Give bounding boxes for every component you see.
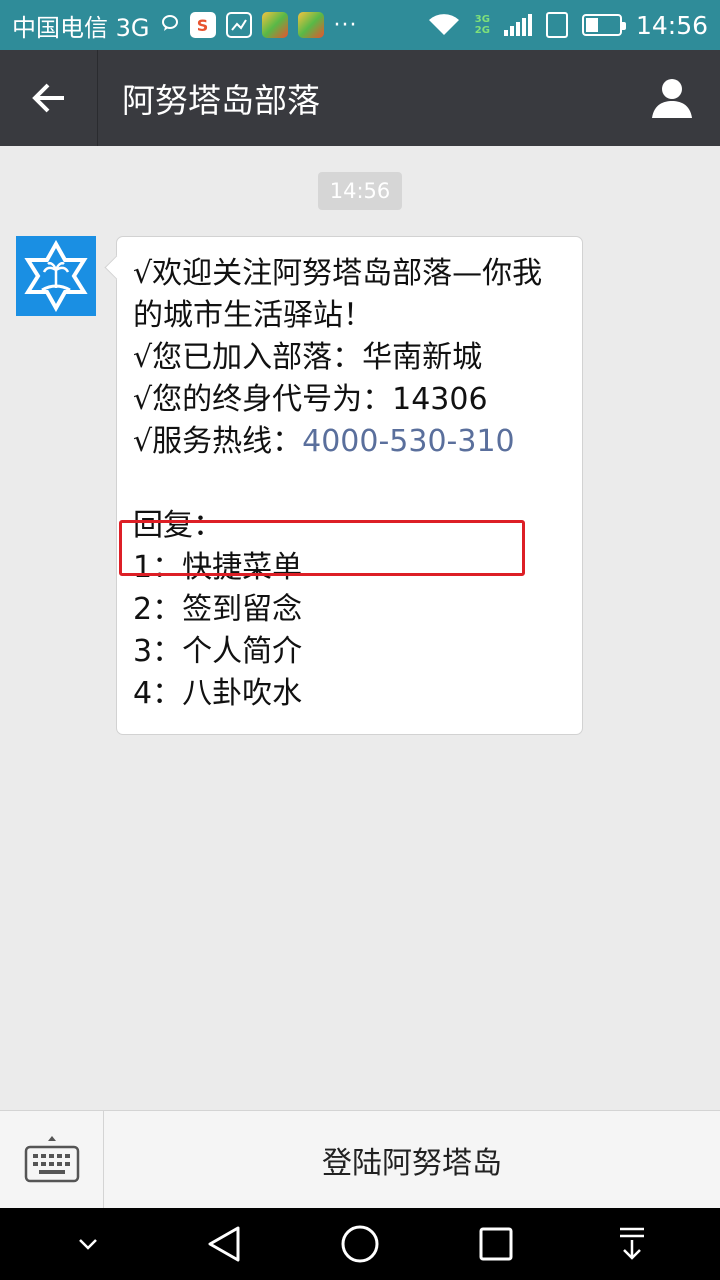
message-line-code: √您的终身代号为：14306: [133, 382, 488, 417]
keyboard-icon: [24, 1136, 79, 1183]
home-circle-icon: [341, 1225, 379, 1263]
reply-option: 3：个人简介: [133, 634, 303, 669]
system-home-button[interactable]: [330, 1214, 390, 1274]
page-title: 阿努塔岛部落: [122, 81, 320, 120]
more-icon: ···: [333, 12, 358, 38]
keyboard-toggle-button[interactable]: [0, 1111, 104, 1209]
bottom-menu-bar: 登陆阿努塔岛: [0, 1110, 720, 1209]
chat-bubble-icon: [160, 11, 180, 39]
hotline-label: √服务热线：: [133, 424, 303, 459]
image-icon: [225, 12, 252, 38]
network-type-icon: 3G 2G: [474, 14, 490, 36]
signal-icon: [503, 14, 532, 36]
arrow-left-icon: [31, 83, 64, 113]
carrier-label: 中国电信 3G: [12, 13, 150, 42]
app-icon: [261, 12, 288, 38]
person-icon: [652, 79, 692, 118]
star-island-logo-icon: [24, 240, 88, 312]
message-bubble[interactable]: √欢迎关注阿努塔岛部落—你我 的城市生活驿站！ √您已加入部落：华南新城 √您的…: [116, 236, 583, 735]
status-clock: 14:56: [635, 10, 708, 40]
reply-option: 1：快捷菜单: [133, 550, 303, 585]
avatar[interactable]: [16, 236, 96, 316]
profile-button[interactable]: [624, 50, 720, 146]
message-line-hotline: √服务热线：4000-530-310: [133, 421, 582, 463]
recents-square-icon: [479, 1227, 513, 1261]
login-menu-button[interactable]: 登陆阿努塔岛: [104, 1111, 720, 1208]
system-nav-bar: [0, 1208, 720, 1280]
app-icon: [297, 12, 324, 38]
system-recents-button[interactable]: [466, 1214, 526, 1274]
reply-option: 2：签到留念: [133, 592, 303, 627]
back-triangle-icon: [208, 1226, 240, 1262]
nav-bar: 阿努塔岛部落: [0, 50, 720, 146]
message-line: √欢迎关注阿努塔岛部落—你我: [133, 256, 543, 291]
chat-area[interactable]: 14:56 √欢迎关注阿努塔岛部落—你我 的城市生活驿站！ √您已加入部落：华南…: [0, 146, 720, 1110]
hide-nav-button[interactable]: [58, 1214, 118, 1274]
battery-icon: [581, 14, 626, 36]
back-button[interactable]: [0, 50, 98, 146]
system-back-button[interactable]: [194, 1214, 254, 1274]
message-timestamp: 14:56: [318, 172, 402, 210]
sim-icon: [545, 12, 568, 38]
wifi-icon: [427, 13, 461, 37]
chevron-down-icon: [79, 1239, 97, 1250]
notification-pull-button[interactable]: [602, 1214, 662, 1274]
status-bar: 中国电信 3G S ··· 3G 2G 14:56: [0, 0, 720, 50]
sogou-icon: S: [189, 12, 216, 38]
notification-pull-icon: [620, 1227, 644, 1260]
message-line: 的城市生活驿站！: [133, 298, 373, 333]
phone-link[interactable]: 4000-530-310: [302, 424, 515, 459]
reply-header: 回复：: [133, 508, 223, 543]
message-line: √您已加入部落：华南新城: [133, 340, 483, 375]
reply-option: 4：八卦吹水: [133, 676, 303, 711]
